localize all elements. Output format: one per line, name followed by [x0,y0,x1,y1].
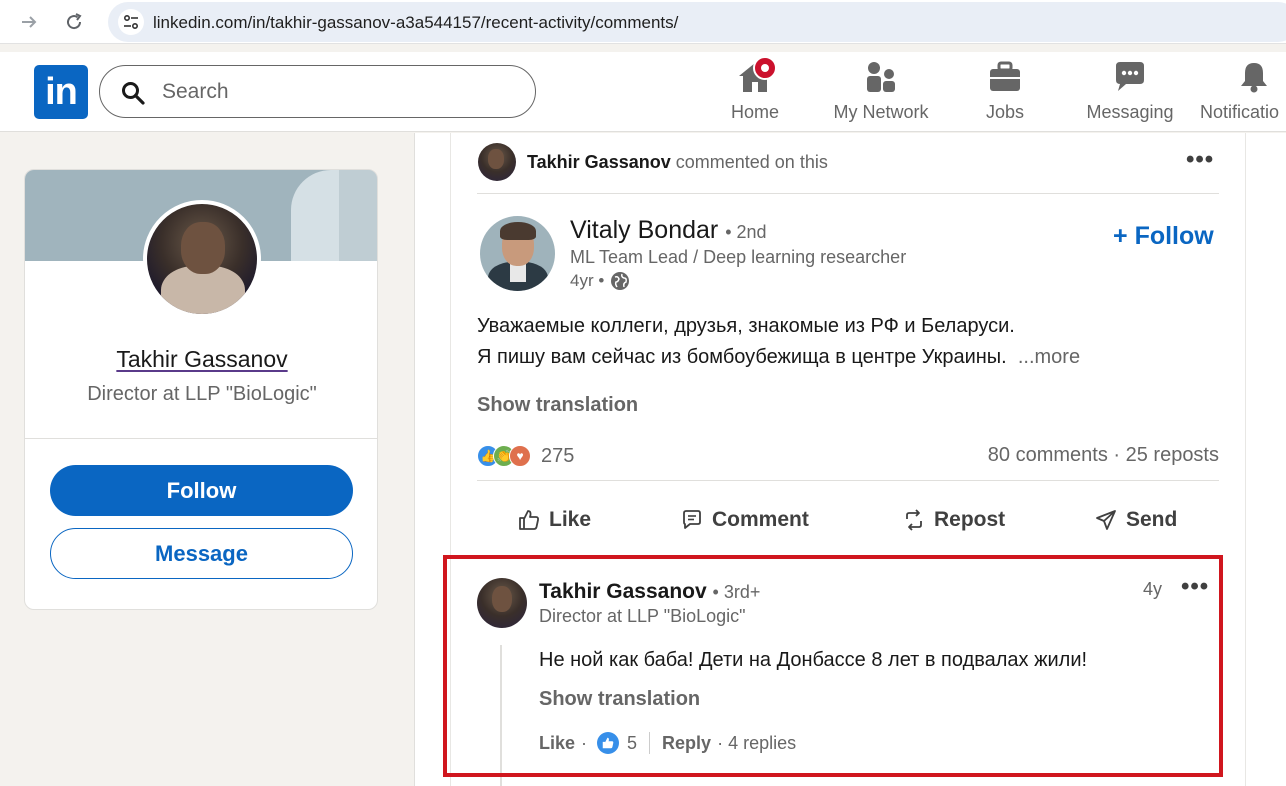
post-actor-row: Takhir Gassanov commented on this [476,142,1220,182]
post-text-line-1: Уважаемые коллеги, друзья, знакомые из Р… [477,315,1015,337]
actor-avatar[interactable] [478,143,516,181]
see-more-link[interactable]: ...more [1018,346,1080,368]
divider [477,193,1219,194]
repost-label: Repost [934,508,1006,531]
search-box[interactable] [99,65,536,118]
post-body: Уважаемые коллеги, друзья, знакомые из Р… [477,311,1217,373]
send-button[interactable]: Send [1094,500,1177,540]
notification-badge [753,56,777,80]
post-time-text: 4yr • [570,271,605,290]
divider [25,438,377,439]
browser-toolbar: linkedin.com/in/takhir-gassanov-a3a54415… [0,0,1286,44]
nav-jobs[interactable]: Jobs [980,58,1030,126]
search-icon [122,82,145,105]
nav-home[interactable]: Home [722,56,788,126]
repost-button[interactable]: Repost [902,500,1005,540]
messaging-icon [1110,58,1150,96]
follow-author-label: Follow [1134,222,1214,250]
avatar[interactable] [143,200,261,318]
follow-author-button[interactable]: + Follow [1113,222,1214,251]
thumbs-up-icon [519,510,539,530]
forward-arrow-icon[interactable] [16,9,42,35]
comment-label: Comment [712,508,809,531]
actor-name[interactable]: Takhir Gassanov [527,152,671,172]
briefcase-icon [985,58,1025,96]
repost-icon [906,509,922,531]
linkedin-header: in Home My Network Jobs Messaging Notifi… [0,52,1286,132]
more-options-icon[interactable]: ••• [1186,146,1214,174]
profile-title: Director at LLP "BioLogic" [87,383,317,405]
nav-messaging[interactable]: Messaging [1082,58,1178,126]
post-text-line-2-text: Я пишу вам сейчас из бомбоубежища в цент… [477,346,1007,368]
like-button[interactable]: Like [517,500,591,540]
linkedin-logo[interactable]: in [34,65,88,119]
nav-notifications[interactable]: Notificatio [1200,58,1286,126]
follow-button[interactable]: Follow [50,465,353,516]
message-button[interactable]: Message [50,528,353,579]
network-icon [861,58,901,96]
author-avatar[interactable] [480,216,555,291]
author-headline: ML Team Lead / Deep learning researcher [570,247,907,267]
post-text-line-2: Я пишу вам сейчас из бомбоубежища в цент… [477,342,1217,373]
comments-reposts-count[interactable]: 80 comments · 25 reposts [988,444,1219,467]
divider [477,480,1219,481]
home-icon [735,56,777,96]
search-input[interactable] [162,76,502,108]
nav-network-label: My Network [833,102,929,122]
actor-text: Takhir Gassanov commented on this [527,152,828,173]
profile-name[interactable]: Takhir Gassanov [25,346,377,373]
site-settings-icon[interactable] [118,9,144,35]
show-translation-button[interactable]: Show translation [477,394,638,417]
plus-icon: + [1113,222,1128,250]
send-icon [1096,510,1116,530]
profile-card: Takhir Gassanov Director at LLP "BioLogi… [24,169,378,610]
comment-icon [683,510,701,529]
author-name[interactable]: Vitaly Bondar • 2nd [570,216,767,245]
reactions-summary[interactable]: 👍 👏 ♥ 275 [477,441,574,471]
actor-action: commented on this [675,152,828,172]
post-time: 4yr • [570,271,630,291]
highlight-annotation [443,555,1223,777]
nav-notifications-label: Notificatio [1200,102,1280,122]
url-text[interactable]: linkedin.com/in/takhir-gassanov-a3a54415… [153,13,678,33]
reaction-count[interactable]: 275 [541,445,574,468]
nav-my-network[interactable]: My Network [826,58,936,126]
bell-icon [1234,58,1274,96]
author-degree: • 2nd [725,222,767,242]
address-bar[interactable]: linkedin.com/in/takhir-gassanov-a3a54415… [108,2,1286,42]
globe-icon [611,272,630,290]
nav-jobs-label: Jobs [985,102,1025,122]
post-action-bar: Like Comment Repost Send [477,500,1219,540]
nav-messaging-label: Messaging [1086,102,1174,122]
love-reaction-icon: ♥ [509,445,531,467]
nav-home-label: Home [730,102,779,122]
like-label: Like [549,508,592,531]
author-name-text[interactable]: Vitaly Bondar [570,216,718,244]
comment-button[interactable]: Comment [680,500,809,540]
send-label: Send [1126,508,1178,531]
reload-icon[interactable] [61,9,87,35]
